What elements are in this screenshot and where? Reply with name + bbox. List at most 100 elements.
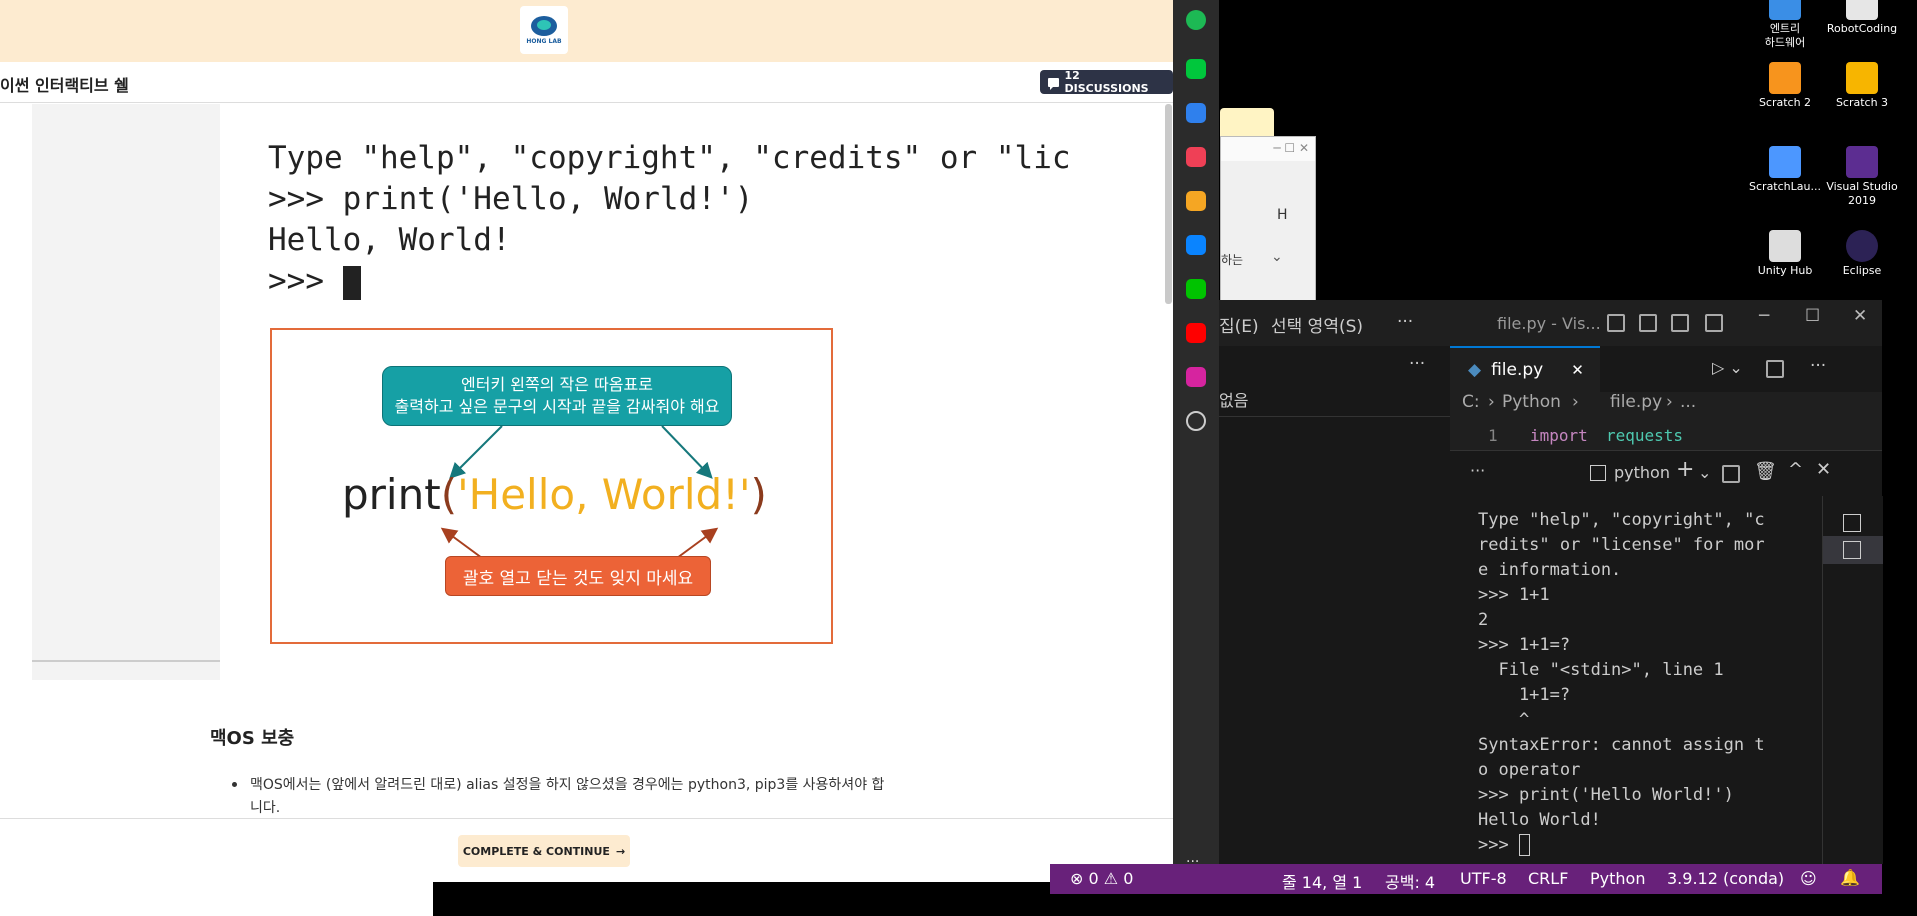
terminal-line: 2	[1478, 610, 1489, 630]
desktop-icon-label: 엔트리	[1769, 22, 1801, 35]
minimize-icon[interactable]: ─	[1759, 306, 1769, 326]
python-file-icon: ◆	[1468, 360, 1482, 380]
maximize-icon[interactable]: ☐	[1805, 306, 1820, 326]
line-icon[interactable]	[1186, 279, 1206, 299]
school-logo[interactable]: HONG LAB	[520, 6, 568, 54]
close-panel-icon[interactable]: ✕	[1816, 459, 1831, 480]
pocket-icon[interactable]	[1186, 147, 1206, 167]
course-footer: COMPLETE & CONTINUE →	[0, 818, 1173, 882]
chat-app-icon[interactable]	[1186, 59, 1206, 79]
desktop-icon-robotcoding[interactable]: RobotCoding	[1826, 0, 1898, 36]
toggle-panel-icon[interactable]	[1639, 314, 1657, 332]
terminal-line: redits" or "license" for mor	[1478, 535, 1765, 555]
toggle-sidebar-icon[interactable]	[1607, 314, 1625, 332]
tab-file-py[interactable]: ◆ file.py ✕	[1450, 346, 1600, 392]
print-diagram: 엔터키 왼쪽의 작은 따옴표로 출력하고 싶은 문구의 시작과 끝을 감싸줘야 …	[270, 328, 833, 644]
youtube-icon[interactable]	[1186, 323, 1206, 343]
shell-line: Type "help", "copyright", "credits" or "…	[268, 140, 1071, 176]
terminal-line: >>> print('Hello World!')	[1478, 785, 1734, 805]
chevron-down-icon[interactable]: ⌄	[1698, 463, 1711, 482]
print-keyword: print	[342, 470, 441, 519]
briefcase-icon[interactable]	[1186, 103, 1206, 123]
add-icon[interactable]	[1186, 411, 1206, 431]
terminal-panel-bar: ··· python + ⌄ 🗑 ^ ✕	[1450, 450, 1882, 497]
breadcrumb-drive[interactable]: C:	[1462, 392, 1480, 412]
desktop-icon-scratchlauncher[interactable]: ScratchLau...	[1749, 146, 1821, 194]
breadcrumb-file[interactable]: file.py	[1610, 392, 1662, 412]
run-icon[interactable]: ▷ ⌄	[1712, 358, 1743, 377]
window-controls[interactable]: ─ ☐ ✕	[1221, 137, 1315, 161]
indentation[interactable]: 공백: 4	[1385, 869, 1435, 893]
code-module: requests	[1606, 426, 1684, 445]
desktop-icon-label: RobotCoding	[1826, 22, 1898, 35]
explorer-item[interactable]: 없음	[1219, 388, 1450, 417]
terminal-line: ^	[1478, 710, 1530, 730]
star-icon[interactable]	[1186, 191, 1206, 211]
cursor-position[interactable]: 줄 14, 열 1	[1282, 869, 1362, 893]
maximize-panel-icon[interactable]: ^	[1788, 459, 1803, 480]
background-window[interactable]: ─ ☐ ✕ H 하는 ⌄	[1220, 136, 1316, 302]
explorer-more-icon[interactable]: ···	[1409, 354, 1425, 374]
discussions-button[interactable]: 12 DISCUSSIONS	[1040, 69, 1173, 95]
problems-indicator[interactable]: ⊗ 0 ⚠ 0	[1070, 869, 1133, 888]
terminal-line: e information.	[1478, 560, 1622, 580]
scratchlauncher-icon	[1769, 146, 1801, 178]
course-header: HONG LAB	[0, 0, 1173, 62]
paren-callout: 괄호 열고 닫는 것도 잊지 마세요	[445, 556, 711, 596]
encoding[interactable]: UTF-8	[1460, 869, 1507, 888]
trash-icon[interactable]: 🗑	[1754, 461, 1777, 482]
eclipse-icon	[1846, 230, 1878, 262]
terminal-output[interactable]: Type "help", "copyright", "c redits" or "…	[1450, 496, 1822, 864]
quote-callout: 엔터키 왼쪽의 작은 따옴표로 출력하고 싶은 문구의 시작과 끝을 감싸줘야 …	[382, 366, 732, 426]
split-editor-icon[interactable]	[1766, 360, 1784, 378]
circle-app-icon[interactable]	[1186, 10, 1206, 30]
shell-prompt-line: >>>	[268, 261, 1068, 302]
terminal-line: Hello World!	[1478, 810, 1601, 830]
customize-layout-icon[interactable]	[1705, 314, 1723, 332]
bullet-text: 맥OS에서는 (앞에서 알려드린 대로) alias 설정을 하지 않으셨을 경…	[250, 777, 885, 816]
lesson-title: 이썬 인터랙티브 쉘	[0, 76, 129, 95]
desktop-icon-unity-hub[interactable]: Unity Hub	[1749, 230, 1821, 278]
breadcrumb: C: › Python › file.py › ...	[1462, 392, 1697, 412]
terminal-instance-icon[interactable]	[1843, 514, 1861, 532]
arrow-close-quote	[661, 425, 713, 479]
robotcoding-icon	[1846, 0, 1878, 20]
page-scrollbar[interactable]	[1165, 104, 1172, 304]
desktop-icon-visual-studio[interactable]: Visual Studio 2019	[1826, 146, 1898, 208]
complete-continue-button[interactable]: COMPLETE & CONTINUE →	[458, 835, 630, 867]
feedback-icon[interactable]: ☺	[1800, 869, 1817, 888]
panel-more-icon[interactable]: ···	[1470, 461, 1485, 480]
desktop-icon-label: Eclipse	[1842, 264, 1882, 277]
close-paren: )	[750, 470, 767, 519]
open-paren: (	[440, 470, 458, 519]
code-line[interactable]: 1 import requests	[1450, 426, 1882, 450]
new-terminal-icon[interactable]: +	[1676, 457, 1694, 482]
close-icon[interactable]: ✕	[1853, 306, 1867, 326]
python-interpreter[interactable]: 3.9.12 (conda)	[1667, 869, 1784, 888]
arrow-right-icon: →	[615, 844, 626, 858]
instagram-icon[interactable]	[1186, 367, 1206, 387]
active-terminal-row[interactable]	[1823, 536, 1883, 564]
desktop-icon-eclipse[interactable]: Eclipse	[1826, 230, 1898, 278]
desktop-icon-scratch3[interactable]: Scratch 3	[1826, 62, 1898, 110]
tab-close-icon[interactable]: ✕	[1571, 361, 1584, 379]
editor-more-icon[interactable]: ···	[1810, 356, 1826, 376]
split-terminal-icon[interactable]	[1722, 465, 1740, 483]
breadcrumb-symbol[interactable]: ...	[1680, 392, 1696, 412]
terminal-list	[1822, 496, 1883, 864]
menu-selection[interactable]: 선택 영역(S)	[1271, 312, 1363, 337]
bell-icon[interactable]: 🔔	[1840, 868, 1860, 887]
vscode-statusbar: ⊗ 0 ⚠ 0 줄 14, 열 1 공백: 4 UTF-8 CRLF Pytho…	[1050, 864, 1882, 894]
desktop-icon-scratch2[interactable]: Scratch 2	[1749, 62, 1821, 110]
language-mode[interactable]: Python	[1590, 869, 1645, 888]
toggle-secondary-sidebar-icon[interactable]	[1671, 314, 1689, 332]
chevron-down-icon[interactable]: ⌄	[1271, 249, 1283, 265]
unity-hub-icon	[1769, 230, 1801, 262]
menu-edit[interactable]: 집(E)	[1219, 312, 1259, 337]
terminal-name[interactable]: python	[1614, 463, 1670, 482]
line-ending[interactable]: CRLF	[1528, 869, 1568, 888]
breadcrumb-folder[interactable]: Python	[1502, 392, 1561, 412]
edge-icon[interactable]	[1186, 235, 1206, 255]
desktop-icon-entry-hardware[interactable]: 엔트리 하드웨어	[1749, 0, 1821, 50]
menu-more-icon[interactable]: ···	[1397, 312, 1413, 332]
